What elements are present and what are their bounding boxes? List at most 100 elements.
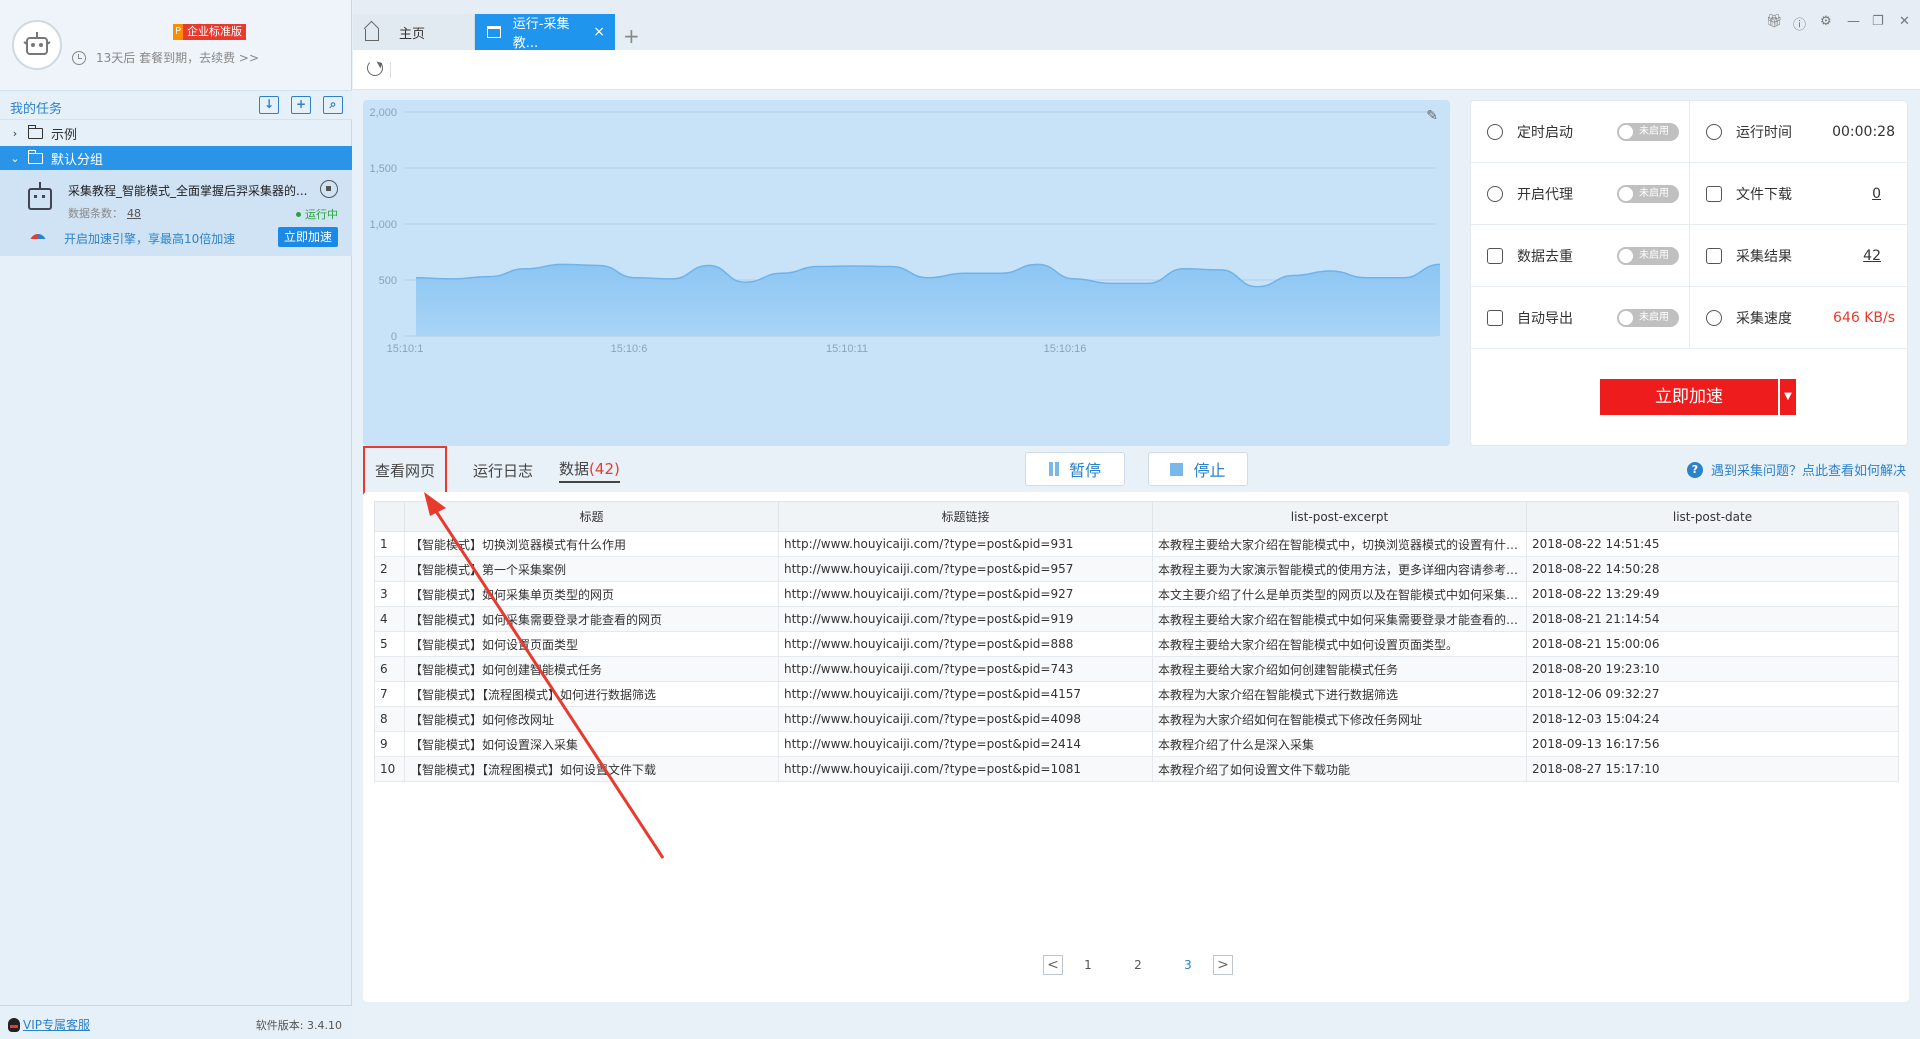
accelerate-button[interactable]: 立即加速 [1600, 379, 1778, 415]
expire-text[interactable]: 13天后 套餐到期，去续费 >> [96, 49, 259, 66]
table-cell[interactable]: 2018-09-13 16:17:56 [1526, 731, 1899, 757]
column-header[interactable] [374, 501, 405, 532]
table-row[interactable]: 4 【智能模式】如何采集需要登录才能查看的网页 http://www.houyica… [374, 606, 1899, 632]
accel-promo[interactable]: 开启加速引擎，享最高10倍加速 [30, 230, 235, 247]
table-cell[interactable]: 本教程介绍了什么是深入采集 [1152, 731, 1527, 757]
table-cell[interactable]: 【智能模式】如何采集需要登录才能查看的网页 [404, 606, 779, 632]
chevron-down-icon[interactable]: ⌄ [8, 152, 22, 165]
help-icon[interactable]: ⓘ [1793, 14, 1806, 33]
tree-group-example[interactable]: › 示例 [0, 121, 352, 145]
count-value[interactable]: 48 [127, 207, 141, 220]
table-row[interactable]: 9 【智能模式】如何设置深入采集 http://www.houyicaiji.com… [374, 731, 1899, 757]
help-text[interactable]: 遇到采集问题？点此查看如何解决 [1711, 460, 1906, 479]
expire-notice[interactable]: 13天后 套餐到期，去续费 >> [72, 49, 259, 66]
add-tab-icon[interactable]: + [623, 18, 640, 54]
table-cell[interactable]: 8 [374, 706, 405, 732]
task-card[interactable]: 采集教程_智能模式_全面掌握后羿采集器的... 数据条数： 48 运行中 开启加速… [0, 170, 352, 256]
page-2[interactable]: 2 [1113, 958, 1163, 972]
table-cell[interactable]: 1 [374, 531, 405, 557]
next-page-icon[interactable]: > [1213, 955, 1233, 975]
table-row[interactable]: 1 【智能模式】切换浏览器模式有什么作用 http://www.houyicaiji… [374, 531, 1899, 557]
gear-icon[interactable]: ⚙ [1820, 14, 1832, 29]
tab-home[interactable]: 主页 [353, 14, 475, 50]
table-cell[interactable]: 10 [374, 756, 405, 782]
page-1[interactable]: 1 [1063, 958, 1113, 972]
task-name[interactable]: 采集教程_智能模式_全面掌握后羿采集器的... [68, 182, 313, 199]
tab-run[interactable]: 运行-采集教... × [475, 14, 615, 51]
table-row[interactable]: 6 【智能模式】如何创建智能模式任务 http://www.houyicaiji.c… [374, 656, 1899, 682]
table-cell[interactable]: 【智能模式】【流程图模式】如何进行数据筛选 [404, 681, 779, 707]
table-row[interactable]: 7 【智能模式】【流程图模式】如何进行数据筛选 http://www.houyica… [374, 681, 1899, 707]
table-cell[interactable]: http://www.houyicaiji.com/?type=post&pid… [778, 731, 1153, 757]
table-cell[interactable]: 2018-08-27 15:17:10 [1526, 756, 1899, 782]
table-cell[interactable]: 9 [374, 731, 405, 757]
avatar[interactable] [12, 20, 62, 70]
vip-support-link[interactable]: VIP专属客服 [8, 1016, 90, 1033]
auto-export-toggle[interactable]: 未启用 [1617, 309, 1679, 327]
stop-button[interactable]: 停止 [1148, 452, 1248, 486]
table-cell[interactable]: 【智能模式】如何修改网址 [404, 706, 779, 732]
prev-page-icon[interactable]: < [1043, 955, 1063, 975]
vip-label[interactable]: VIP专属客服 [23, 1016, 90, 1033]
help-link[interactable]: ? 遇到采集问题？点此查看如何解决 [1686, 460, 1906, 479]
table-cell[interactable]: 6 [374, 656, 405, 682]
table-cell[interactable]: 【智能模式】切换浏览器模式有什么作用 [404, 531, 779, 557]
tab-data[interactable]: 数据(42) [559, 458, 620, 483]
search-task-icon[interactable]: ⌕ [323, 96, 343, 114]
table-cell[interactable]: 3 [374, 581, 405, 607]
table-cell[interactable]: http://www.houyicaiji.com/?type=post&pid… [778, 556, 1153, 582]
table-cell[interactable]: 2018-08-21 15:00:06 [1526, 631, 1899, 657]
table-cell[interactable]: 2018-08-22 14:51:45 [1526, 531, 1899, 557]
table-cell[interactable]: 本教程主要给大家介绍如何创建智能模式任务 [1152, 656, 1527, 682]
table-row[interactable]: 8 【智能模式】如何修改网址 http://www.houyicaiji.com/?… [374, 706, 1899, 732]
accel-text[interactable]: 开启加速引擎，享最高10倍加速 [64, 230, 235, 247]
tab-view-page[interactable]: 查看网页 [363, 445, 448, 495]
accelerate-now-button[interactable]: 立即加速 [277, 227, 338, 247]
restore-icon[interactable]: ❐ [1872, 14, 1884, 29]
table-cell[interactable]: http://www.houyicaiji.com/?type=post&pid… [778, 706, 1153, 732]
result-value[interactable]: 42 [1863, 248, 1881, 264]
close-window-icon[interactable]: ✕ [1899, 14, 1910, 29]
table-cell[interactable]: 【智能模式】第一个采集案例 [404, 556, 779, 582]
table-cell[interactable]: 7 [374, 681, 405, 707]
timer-start-toggle[interactable]: 未启用 [1617, 123, 1679, 141]
table-cell[interactable]: 本教程为大家介绍在智能模式下进行数据筛选 [1152, 681, 1527, 707]
table-cell[interactable]: 本文主要介绍了什么是单页类型的网页以及在智能模式中如何采集单... [1152, 581, 1527, 607]
chevron-right-icon[interactable]: › [8, 127, 22, 140]
accelerate-dropdown-icon[interactable]: ▼ [1780, 379, 1796, 415]
table-cell[interactable]: http://www.houyicaiji.com/?type=post&pid… [778, 656, 1153, 682]
table-cell[interactable]: 2018-08-21 21:14:54 [1526, 606, 1899, 632]
file-download-value[interactable]: 0 [1872, 186, 1881, 202]
table-cell[interactable]: 2018-08-22 14:50:28 [1526, 556, 1899, 582]
table-cell[interactable]: 4 [374, 606, 405, 632]
refresh-icon[interactable] [367, 60, 383, 76]
table-cell[interactable]: 【智能模式】如何设置深入采集 [404, 731, 779, 757]
pause-button[interactable]: 暂停 [1025, 452, 1125, 486]
table-cell[interactable]: 【智能模式】【流程图模式】如何设置文件下载 [404, 756, 779, 782]
table-cell[interactable]: 2018-08-20 19:23:10 [1526, 656, 1899, 682]
table-cell[interactable]: 2 [374, 556, 405, 582]
table-cell[interactable]: http://www.houyicaiji.com/?type=post&pid… [778, 631, 1153, 657]
table-row[interactable]: 2 【智能模式】第一个采集案例 http://www.houyicaiji.com/… [374, 556, 1899, 582]
edit-pencil-icon[interactable]: ✎ [1426, 108, 1438, 124]
column-header[interactable]: 标题 [404, 501, 779, 532]
close-tab-icon[interactable]: × [593, 24, 605, 40]
table-cell[interactable]: http://www.houyicaiji.com/?type=post&pid… [778, 756, 1153, 782]
add-task-icon[interactable]: + [291, 96, 311, 114]
table-cell[interactable]: 本教程主要给大家介绍在智能模式中，切换浏览器模式的设置有什么... [1152, 531, 1527, 557]
minimize-icon[interactable]: — [1847, 14, 1860, 29]
table-cell[interactable]: 本教程为大家介绍如何在智能模式下修改任务网址 [1152, 706, 1527, 732]
import-task-icon[interactable]: ↓ [259, 96, 279, 114]
table-cell[interactable]: 2018-08-22 13:29:49 [1526, 581, 1899, 607]
table-cell[interactable]: 本教程介绍了如何设置文件下载功能 [1152, 756, 1527, 782]
page-3[interactable]: 3 [1163, 958, 1213, 972]
table-row[interactable]: 10 【智能模式】【流程图模式】如何设置文件下载 http://www.houyic… [374, 756, 1899, 782]
table-cell[interactable]: 【智能模式】如何设置页面类型 [404, 631, 779, 657]
table-row[interactable]: 5 【智能模式】如何设置页面类型 http://www.houyicaiji.com… [374, 631, 1899, 657]
table-cell[interactable]: 本教程主要为大家演示智能模式的使用方法，更多详细内容请参考智... [1152, 556, 1527, 582]
table-cell[interactable]: 5 [374, 631, 405, 657]
tree-group-default[interactable]: ⌄ 默认分组 [0, 146, 352, 170]
column-header[interactable]: list-post-excerpt [1152, 501, 1527, 532]
table-cell[interactable]: 【智能模式】如何创建智能模式任务 [404, 656, 779, 682]
table-cell[interactable]: http://www.houyicaiji.com/?type=post&pid… [778, 606, 1153, 632]
